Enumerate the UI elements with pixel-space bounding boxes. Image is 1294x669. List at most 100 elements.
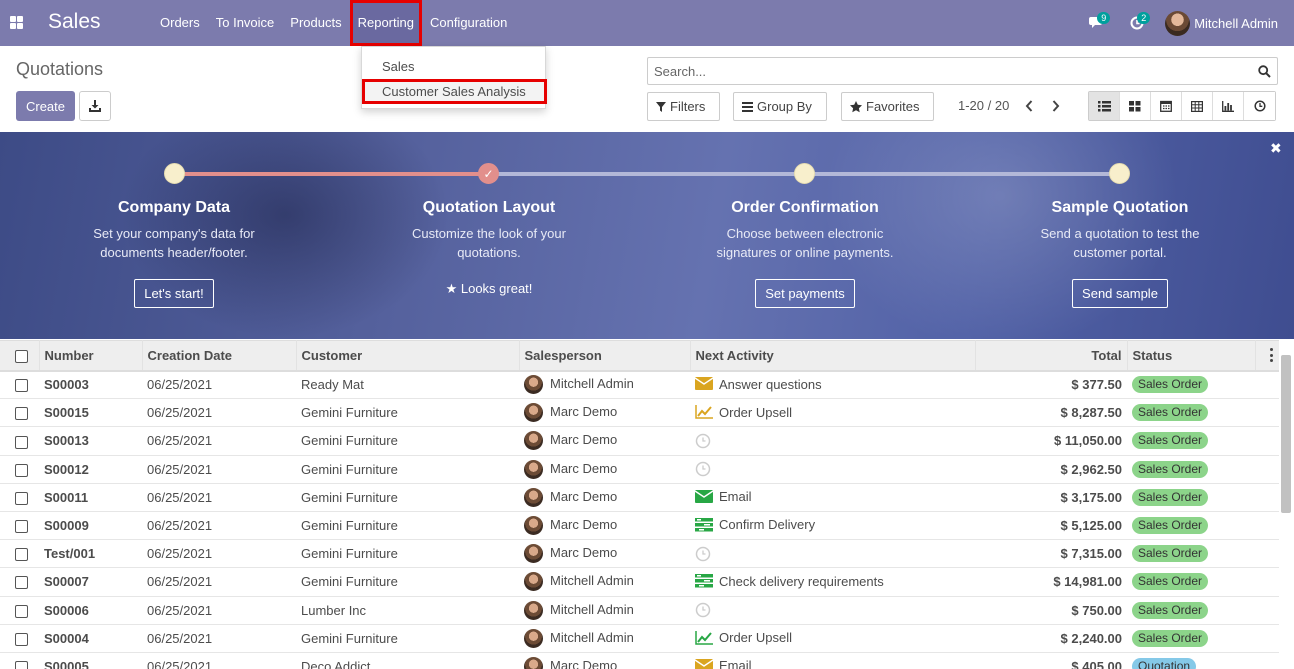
pager-next-button[interactable] <box>1048 97 1064 115</box>
table-row[interactable]: S00004 06/25/2021 Gemini Furniture Mitchell… <box>0 624 1279 653</box>
salesperson-avatar[interactable] <box>524 628 543 648</box>
clock-icon[interactable] <box>695 546 713 562</box>
filters-button[interactable]: Filters <box>647 92 720 121</box>
salesperson-avatar[interactable] <box>524 516 543 536</box>
app-title[interactable]: Sales <box>48 10 101 34</box>
menu-to-invoice[interactable]: To Invoice <box>208 0 283 46</box>
salesperson-avatar[interactable] <box>524 656 543 669</box>
kanban-view-button[interactable] <box>1120 92 1151 120</box>
pager-value[interactable]: 1-20 / 20 <box>958 98 1009 113</box>
table-row[interactable]: S00012 06/25/2021 Gemini Furniture Marc Dem… <box>0 455 1279 484</box>
envelope-icon[interactable] <box>694 489 714 506</box>
user-menu[interactable]: Mitchell Admin <box>1157 10 1294 36</box>
salesperson-avatar[interactable] <box>524 487 543 507</box>
tasks-icon[interactable] <box>695 574 713 590</box>
column-header-status[interactable]: Status <box>1127 340 1256 372</box>
row-checkbox[interactable] <box>0 398 39 428</box>
menu-reporting[interactable]: Reporting <box>349 0 422 46</box>
cell-status: Sales Order <box>1127 426 1255 456</box>
salesperson-avatar[interactable] <box>524 431 543 451</box>
favorites-button[interactable]: Favorites <box>841 92 934 121</box>
list-view-button[interactable] <box>1089 92 1120 120</box>
close-banner-icon[interactable]: ✖ <box>1270 140 1282 157</box>
activity-summary: Check delivery requirements <box>719 573 884 589</box>
table-row[interactable]: S00015 06/25/2021 Gemini Furniture Marc Dem… <box>0 398 1279 428</box>
activity-view-button[interactable] <box>1244 92 1275 120</box>
pager-previous-button[interactable] <box>1021 97 1037 115</box>
pivot-view-button[interactable] <box>1182 92 1213 120</box>
column-header-total[interactable]: Total <box>975 340 1128 372</box>
group-by-button[interactable]: Group By <box>733 92 827 121</box>
tasks-icon[interactable] <box>695 517 713 534</box>
salesperson-avatar[interactable] <box>524 572 543 592</box>
row-checkbox[interactable] <box>0 539 39 569</box>
column-header-customer[interactable]: Customer <box>296 340 520 372</box>
menu-orders[interactable]: Orders <box>152 0 208 46</box>
clock-icon[interactable] <box>695 602 713 618</box>
calendar-view-button[interactable] <box>1151 92 1182 120</box>
row-checkbox[interactable] <box>0 596 39 625</box>
graph-view-button[interactable] <box>1213 92 1244 120</box>
clock-icon[interactable] <box>695 433 713 449</box>
menu-configuration[interactable]: Configuration <box>422 0 515 46</box>
breadcrumb-title: Quotations <box>16 59 104 79</box>
chart-icon[interactable] <box>695 405 713 421</box>
table-row[interactable]: S00013 06/25/2021 Gemini Furniture Marc Dem… <box>0 426 1279 456</box>
chart-icon[interactable] <box>695 630 713 647</box>
scrollbar[interactable] <box>1281 355 1291 513</box>
table-row[interactable]: S00009 06/25/2021 Gemini Furniture Marc Dem… <box>0 511 1279 541</box>
set-payments-button[interactable]: Set payments <box>755 279 855 308</box>
envelope-icon[interactable] <box>694 377 714 393</box>
row-checkbox[interactable] <box>0 483 39 512</box>
column-header-creation-date[interactable]: Creation Date <box>142 340 297 372</box>
menu-products[interactable]: Products <box>282 0 349 46</box>
envelope-icon[interactable] <box>694 658 714 669</box>
export-button[interactable] <box>79 91 111 121</box>
table-row[interactable]: S00011 06/25/2021 Gemini Furniture Marc Dem… <box>0 483 1279 512</box>
activities-button[interactable]: 2 <box>1117 0 1157 46</box>
salesperson-avatar[interactable] <box>524 403 543 423</box>
column-header-next-activity[interactable]: Next Activity <box>690 340 976 372</box>
salesperson-avatar[interactable] <box>524 544 543 564</box>
cell-number: S00013 <box>39 426 142 456</box>
table-row[interactable]: S00006 06/25/2021 Lumber Inc Mitchell Admin… <box>0 596 1279 625</box>
optional-columns-icon[interactable] <box>1270 348 1274 362</box>
row-checkbox[interactable] <box>0 455 39 484</box>
table-row[interactable]: S00005 06/25/2021 Deco Addict Marc Demo Emai… <box>0 652 1279 669</box>
cell-customer: Gemini Furniture <box>296 455 519 484</box>
table-row[interactable]: S00007 06/25/2021 Gemini Furniture Mitchell… <box>0 567 1279 597</box>
row-checkbox[interactable] <box>0 511 39 541</box>
select-all-checkbox[interactable] <box>0 340 40 372</box>
salesperson-avatar[interactable] <box>524 600 543 620</box>
table-header: Number Creation Date Customer Salesperso… <box>0 340 1279 372</box>
create-button[interactable]: Create <box>16 91 75 121</box>
messages-button[interactable]: 9 <box>1077 0 1117 46</box>
column-header-number[interactable]: Number <box>39 340 143 372</box>
optional-columns-toggle[interactable] <box>1255 340 1279 372</box>
cell-total: $ 405.00 <box>975 652 1127 669</box>
apps-menu-icon[interactable] <box>10 16 23 29</box>
send-sample-button[interactable]: Send sample <box>1072 279 1168 308</box>
table-row[interactable]: S00003 06/25/2021 Ready Mat Mitchell Admin A… <box>0 370 1279 400</box>
search-icon[interactable] <box>1251 58 1277 84</box>
row-checkbox[interactable] <box>0 652 39 669</box>
view-switcher <box>1088 91 1276 121</box>
lets-start-button[interactable]: Let's start! <box>134 279 214 308</box>
row-checkbox[interactable] <box>0 370 39 400</box>
filters-label: Filters <box>670 99 706 114</box>
column-header-salesperson[interactable]: Salesperson <box>519 340 691 372</box>
table-row[interactable]: Test/001 06/25/2021 Gemini Furniture Marc D… <box>0 539 1279 569</box>
row-checkbox[interactable] <box>0 624 39 653</box>
dropdown-item-sales[interactable]: Sales <box>362 54 545 79</box>
row-checkbox[interactable] <box>0 426 39 456</box>
reporting-dropdown: Sales Customer Sales Analysis <box>361 46 547 109</box>
clock-icon[interactable] <box>695 461 713 477</box>
search-input[interactable] <box>654 63 1251 79</box>
dropdown-item-customer-sales-analysis[interactable]: Customer Sales Analysis <box>362 79 547 104</box>
salesperson-avatar[interactable] <box>524 375 543 395</box>
calendar-icon <box>1160 100 1172 112</box>
onboarding-banner: ✖ ✓ Company Data Set your company's data… <box>0 132 1294 339</box>
row-checkbox[interactable] <box>0 567 39 597</box>
step-title: Company Data <box>117 199 231 216</box>
salesperson-avatar[interactable] <box>524 459 543 479</box>
